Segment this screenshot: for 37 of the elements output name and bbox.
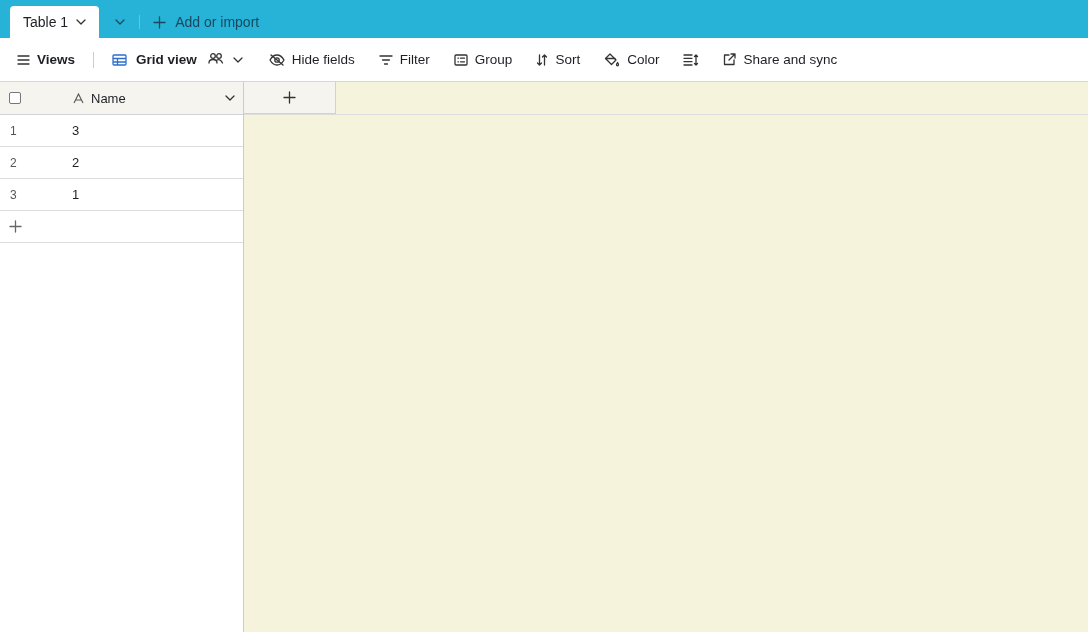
filter-icon <box>378 54 393 65</box>
plus-icon <box>9 220 22 233</box>
row-number: 2 <box>9 155 18 170</box>
plus-icon <box>283 91 296 104</box>
table-cell[interactable]: 3 <box>72 123 80 138</box>
view-switcher-button[interactable]: Grid view <box>104 45 251 74</box>
paint-bucket-icon <box>604 52 621 67</box>
table-cell[interactable]: 2 <box>72 155 80 170</box>
add-record-button[interactable] <box>9 220 22 233</box>
letter-a-icon <box>73 92 84 104</box>
caret-icon <box>232 56 243 63</box>
external-link-icon <box>723 53 737 66</box>
views-button[interactable]: Views <box>9 45 84 74</box>
table-tab[interactable]: Table 1 <box>10 6 100 38</box>
eye-slash-icon <box>268 53 285 66</box>
select-all-checkbox[interactable] <box>9 92 21 104</box>
color-button[interactable]: Color <box>596 45 668 74</box>
caret-icon <box>225 95 235 101</box>
people-icon <box>207 52 224 64</box>
plus-icon <box>153 15 167 29</box>
grid-icon <box>112 53 128 66</box>
caret-icon <box>115 19 126 25</box>
row-height-icon <box>683 53 700 66</box>
table-cell[interactable]: 1 <box>72 187 80 202</box>
sort-button[interactable]: Sort <box>528 45 589 74</box>
hide-button[interactable]: Hide fields <box>260 45 363 74</box>
sort-icon <box>536 53 549 66</box>
menu-icon <box>17 54 30 65</box>
row-number: 1 <box>9 123 18 138</box>
group-button[interactable]: Group <box>445 45 521 74</box>
row-number: 3 <box>9 187 18 202</box>
share-button[interactable]: Share and sync <box>715 45 846 74</box>
list-icon <box>453 53 468 66</box>
filter-button[interactable]: Filter <box>370 45 438 74</box>
add-or-import-button[interactable]: Add or import <box>140 6 273 38</box>
caret-icon <box>76 19 87 25</box>
add-field-button[interactable] <box>244 82 336 114</box>
